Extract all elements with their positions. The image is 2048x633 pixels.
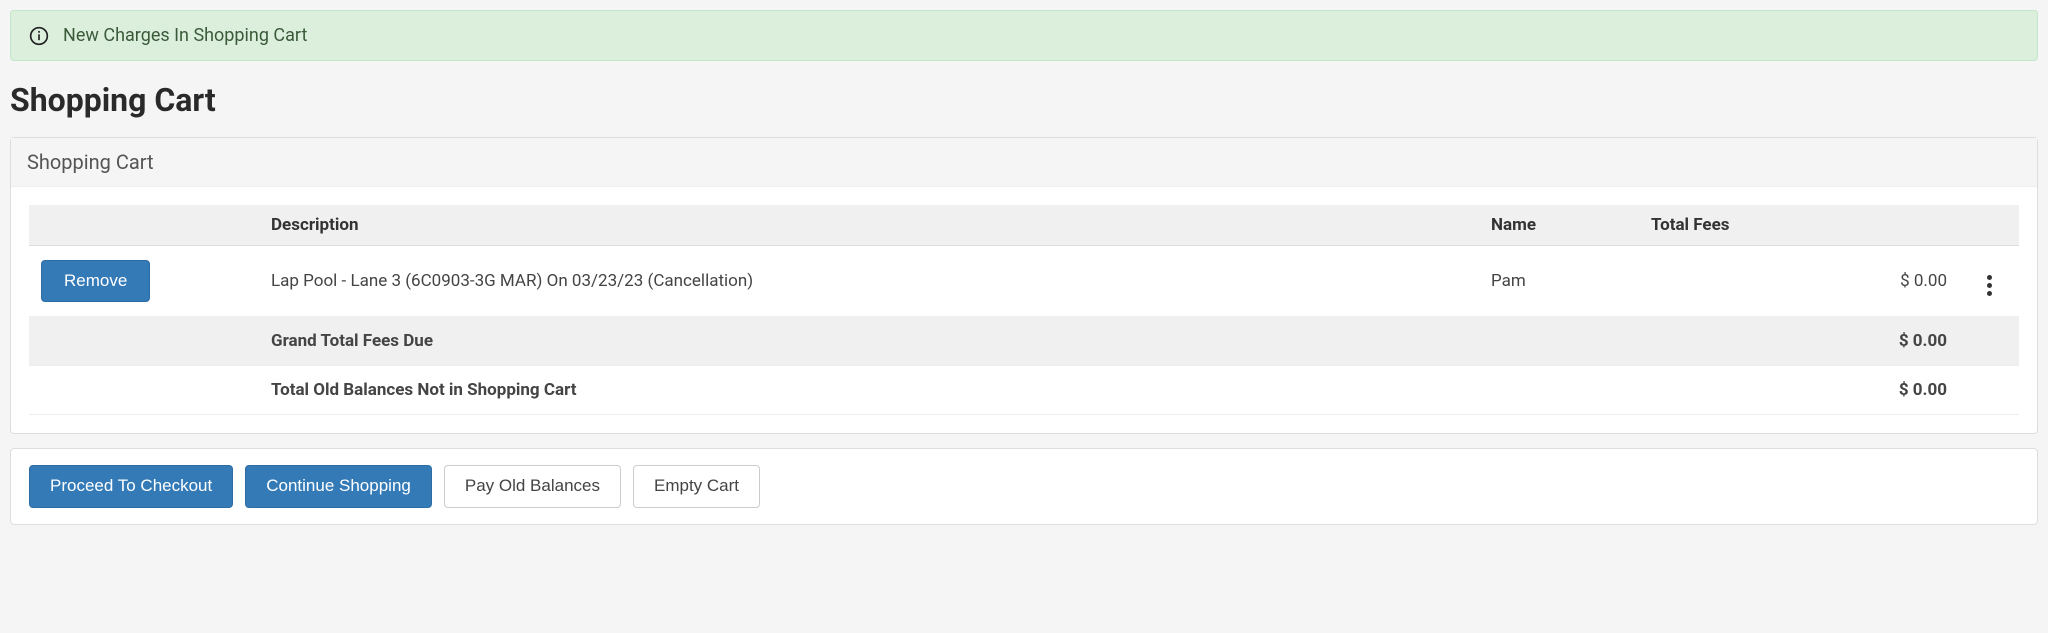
page-title: Shopping Cart [10,81,2038,119]
cart-panel: Shopping Cart Description Name Total Fee… [10,137,2038,434]
continue-shopping-button[interactable]: Continue Shopping [245,465,432,507]
row-fees-spacer [1639,246,1839,317]
row-amount: $ 0.00 [1839,246,1959,317]
empty-cart-button[interactable]: Empty Cart [633,465,760,507]
info-alert: New Charges In Shopping Cart [10,10,2038,61]
action-bar: Proceed To Checkout Continue Shopping Pa… [11,449,2037,523]
old-balance-row: Total Old Balances Not in Shopping Cart … [29,366,2019,415]
panel-body: Description Name Total Fees Remove Lap P… [11,187,2037,433]
header-amount [1839,205,1959,246]
header-description: Description [259,205,1479,246]
remove-button[interactable]: Remove [41,260,150,302]
old-balance-amount: $ 0.00 [1839,366,1959,415]
row-name: Pam [1479,246,1639,317]
header-action [29,205,259,246]
header-name: Name [1479,205,1639,246]
cart-table: Description Name Total Fees Remove Lap P… [29,205,2019,415]
header-menu [1959,205,2019,246]
row-description: Lap Pool - Lane 3 (6C0903-3G MAR) On 03/… [259,246,1479,317]
table-row: Remove Lap Pool - Lane 3 (6C0903-3G MAR)… [29,246,2019,317]
kebab-icon[interactable] [1977,273,2001,297]
grand-total-row: Grand Total Fees Due $ 0.00 [29,317,2019,366]
info-icon [29,26,49,46]
actions-panel: Proceed To Checkout Continue Shopping Pa… [10,448,2038,524]
grand-total-amount: $ 0.00 [1839,317,1959,366]
header-total-fees: Total Fees [1639,205,1839,246]
pay-old-balances-button[interactable]: Pay Old Balances [444,465,621,507]
proceed-to-checkout-button[interactable]: Proceed To Checkout [29,465,233,507]
grand-total-label: Grand Total Fees Due [259,317,1839,366]
panel-header: Shopping Cart [11,138,2037,187]
alert-message: New Charges In Shopping Cart [63,25,307,46]
old-balance-label: Total Old Balances Not in Shopping Cart [259,366,1839,415]
